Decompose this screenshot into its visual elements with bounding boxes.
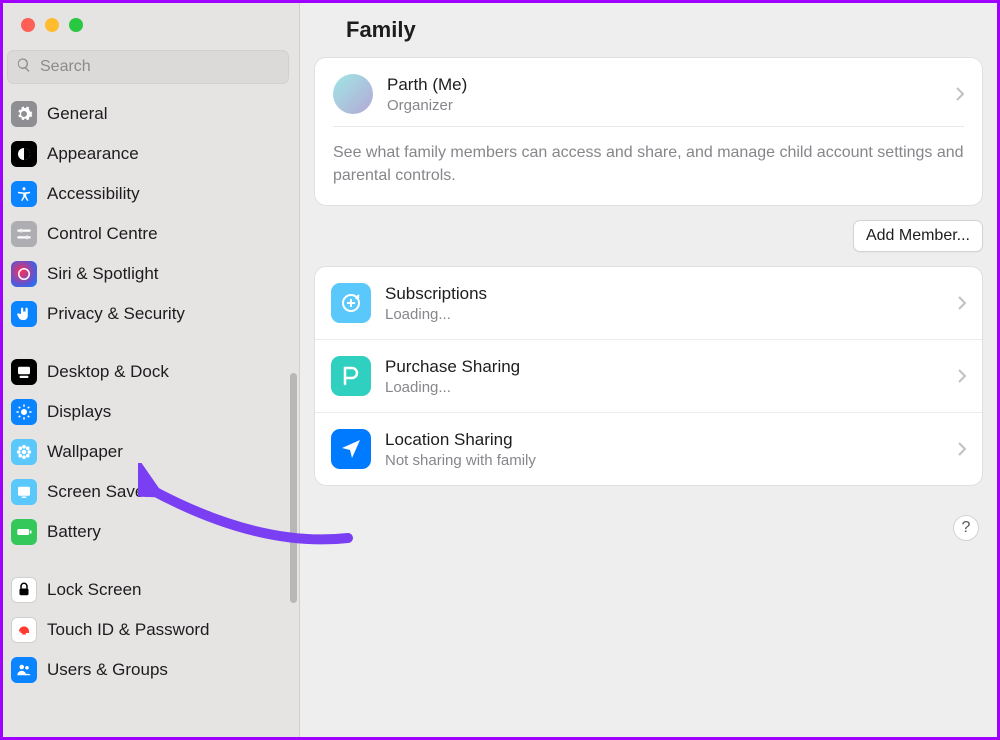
- sidebar-item-label: Lock Screen: [47, 580, 142, 600]
- location-icon: [331, 429, 371, 469]
- fingerprint-icon: [11, 617, 37, 643]
- sidebar-item-users-groups[interactable]: Users & Groups: [3, 650, 293, 690]
- sidebar-list: General Appearance Accessibility Control…: [3, 94, 299, 737]
- chevron-right-icon: [956, 87, 964, 101]
- sidebar-item-label: Control Centre: [47, 224, 158, 244]
- organizer-role: Organizer: [387, 97, 942, 114]
- chevron-right-icon: [958, 442, 966, 456]
- sidebar-item-label: Accessibility: [47, 184, 140, 204]
- sidebar-item-desktop-dock[interactable]: Desktop & Dock: [3, 352, 293, 392]
- minimize-window-button[interactable]: [45, 18, 59, 32]
- page-title: Family: [314, 3, 983, 57]
- feature-title: Purchase Sharing: [385, 357, 944, 377]
- sidebar-item-general[interactable]: General: [3, 94, 293, 134]
- sidebar-scrollbar[interactable]: [290, 373, 297, 603]
- users-icon: [11, 657, 37, 683]
- help-button[interactable]: ?: [953, 515, 979, 541]
- battery-icon: [11, 519, 37, 545]
- sidebar-item-appearance[interactable]: Appearance: [3, 134, 293, 174]
- window-controls: [3, 3, 299, 42]
- sidebar-item-siri-spotlight[interactable]: Siri & Spotlight: [3, 254, 293, 294]
- feature-title: Location Sharing: [385, 430, 944, 450]
- sidebar-item-touch-id[interactable]: Touch ID & Password: [3, 610, 293, 650]
- lock-icon: [11, 577, 37, 603]
- sidebar-item-label: Siri & Spotlight: [47, 264, 159, 284]
- organizer-name: Parth (Me): [387, 75, 942, 95]
- family-features-card: Subscriptions Loading... Purchase Sharin…: [314, 266, 983, 486]
- feature-subtitle: Not sharing with family: [385, 452, 944, 469]
- sidebar-item-privacy-security[interactable]: Privacy & Security: [3, 294, 293, 334]
- sidebar-item-label: Appearance: [47, 144, 139, 164]
- sidebar-item-label: Displays: [47, 402, 111, 422]
- add-member-button[interactable]: Add Member...: [853, 220, 983, 252]
- close-window-button[interactable]: [21, 18, 35, 32]
- sidebar-item-screen-saver[interactable]: Screen Saver: [3, 472, 293, 512]
- sidebar-item-control-centre[interactable]: Control Centre: [3, 214, 293, 254]
- sidebar-item-label: Desktop & Dock: [47, 362, 169, 382]
- appearance-icon: [11, 141, 37, 167]
- fullscreen-window-button[interactable]: [69, 18, 83, 32]
- sliders-icon: [11, 221, 37, 247]
- accessibility-icon: [11, 181, 37, 207]
- sidebar: General Appearance Accessibility Control…: [3, 3, 300, 737]
- flower-icon: [11, 439, 37, 465]
- search-icon: [16, 57, 38, 78]
- dock-icon: [11, 359, 37, 385]
- sidebar-item-label: Privacy & Security: [47, 304, 185, 324]
- sidebar-item-label: Screen Saver: [47, 482, 150, 502]
- feature-subtitle: Loading...: [385, 379, 944, 396]
- sidebar-item-label: Users & Groups: [47, 660, 168, 680]
- chevron-right-icon: [958, 296, 966, 310]
- feature-title: Subscriptions: [385, 284, 944, 304]
- purchase-sharing-icon: [331, 356, 371, 396]
- sidebar-item-label: General: [47, 104, 107, 124]
- siri-icon: [11, 261, 37, 287]
- sidebar-item-label: Touch ID & Password: [47, 620, 210, 640]
- system-settings-window: General Appearance Accessibility Control…: [3, 3, 997, 737]
- family-description: See what family members can access and s…: [333, 127, 964, 187]
- organizer-row[interactable]: Parth (Me) Organizer: [333, 72, 964, 127]
- main-content: Family Parth (Me) Organizer See what fam…: [300, 3, 997, 737]
- subscriptions-icon: [331, 283, 371, 323]
- chevron-right-icon: [958, 369, 966, 383]
- sidebar-item-accessibility[interactable]: Accessibility: [3, 174, 293, 214]
- gear-icon: [11, 101, 37, 127]
- sidebar-item-label: Wallpaper: [47, 442, 123, 462]
- screensaver-icon: [11, 479, 37, 505]
- sidebar-item-displays[interactable]: Displays: [3, 392, 293, 432]
- search-input[interactable]: [38, 57, 280, 77]
- sidebar-item-label: Battery: [47, 522, 101, 542]
- organizer-card: Parth (Me) Organizer See what family mem…: [314, 57, 983, 206]
- feature-subscriptions[interactable]: Subscriptions Loading...: [315, 267, 982, 340]
- sidebar-search[interactable]: [7, 50, 289, 84]
- avatar: [333, 74, 373, 114]
- sidebar-item-wallpaper[interactable]: Wallpaper: [3, 432, 293, 472]
- hand-icon: [11, 301, 37, 327]
- feature-location-sharing[interactable]: Location Sharing Not sharing with family: [315, 413, 982, 485]
- sidebar-item-lock-screen[interactable]: Lock Screen: [3, 570, 293, 610]
- feature-purchase-sharing[interactable]: Purchase Sharing Loading...: [315, 340, 982, 413]
- sun-icon: [11, 399, 37, 425]
- feature-subtitle: Loading...: [385, 306, 944, 323]
- sidebar-item-battery[interactable]: Battery: [3, 512, 293, 552]
